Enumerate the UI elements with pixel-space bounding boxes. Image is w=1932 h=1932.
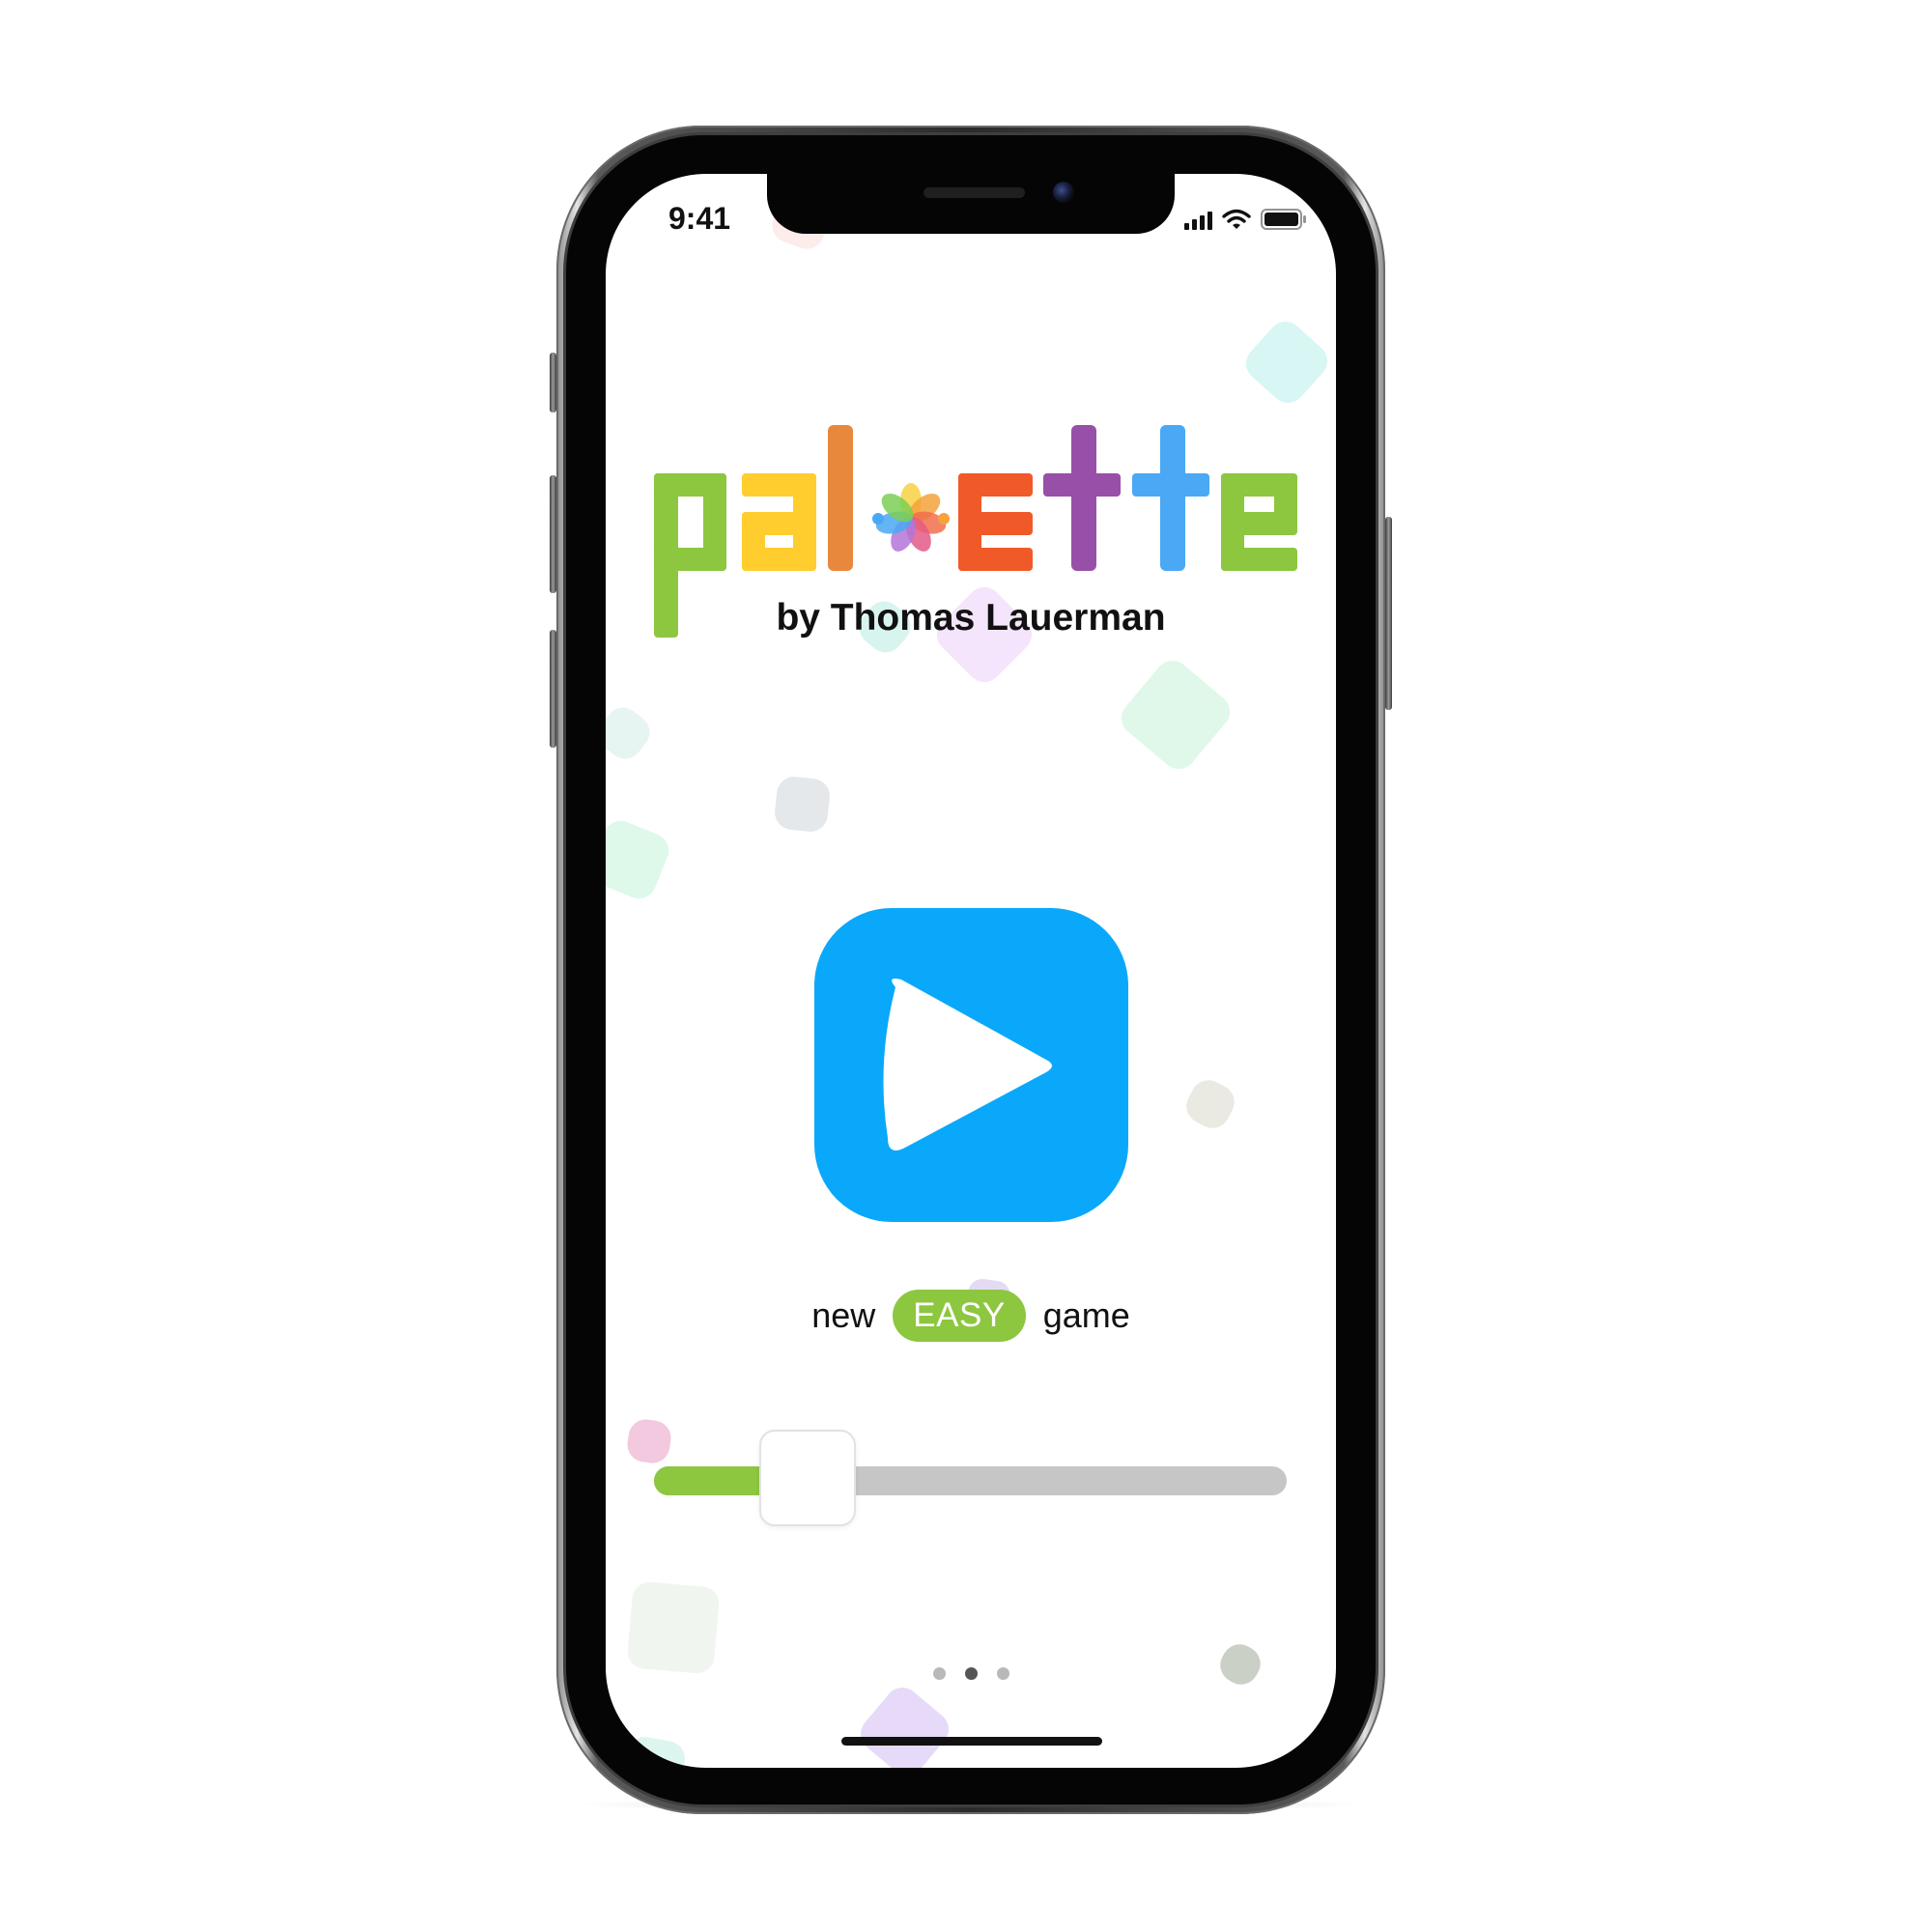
mute-switch — [550, 353, 556, 412]
notch — [767, 174, 1175, 234]
play-icon — [883, 979, 1052, 1151]
cellular-signal-icon — [1184, 209, 1212, 230]
page-dot-2[interactable] — [964, 1667, 978, 1680]
volume-down-button — [550, 630, 556, 748]
status-icons — [1184, 205, 1307, 230]
game-mode-label: new EASY game — [606, 1290, 1336, 1342]
front-camera — [1053, 182, 1074, 203]
background-tile — [1238, 314, 1335, 411]
mode-suffix: game — [1042, 1295, 1130, 1335]
logo-letter-t — [1043, 425, 1121, 571]
difficulty-badge: EASY — [893, 1290, 1026, 1342]
background-tile — [1114, 653, 1237, 777]
logo-letter-e — [958, 473, 1033, 571]
page-dot-1[interactable] — [932, 1667, 946, 1680]
logo-letter-e — [1221, 473, 1297, 571]
background-tile — [606, 700, 657, 766]
page-indicator — [606, 1667, 1336, 1680]
wifi-icon — [1222, 209, 1251, 229]
background-tile — [626, 1580, 721, 1675]
play-button[interactable] — [814, 908, 1128, 1222]
logo-letter-t — [1132, 425, 1209, 571]
earpiece-speaker — [923, 187, 1025, 198]
background-tile — [606, 815, 674, 904]
background-tile — [773, 775, 832, 834]
power-button — [1385, 517, 1392, 710]
slider-thumb[interactable] — [759, 1430, 856, 1526]
status-time: 9:41 — [668, 201, 731, 236]
difficulty-slider[interactable] — [654, 1430, 1287, 1536]
mode-prefix: new — [811, 1295, 876, 1335]
volume-up-button — [550, 475, 556, 593]
background-tile — [1213, 1637, 1267, 1691]
phone-screen: 9:41 by Thomas Lauerman new EASY game — [606, 174, 1336, 1768]
logo-letter-a — [742, 473, 816, 571]
home-indicator[interactable] — [841, 1737, 1102, 1746]
palette-flower-icon — [872, 483, 950, 552]
background-tile — [853, 1680, 956, 1768]
battery-icon — [1261, 209, 1306, 230]
background-tile — [1179, 1073, 1241, 1135]
author-byline: by Thomas Lauerman — [776, 597, 1166, 639]
logo-letter-l — [828, 425, 853, 571]
page-dot-3[interactable] — [996, 1667, 1009, 1680]
